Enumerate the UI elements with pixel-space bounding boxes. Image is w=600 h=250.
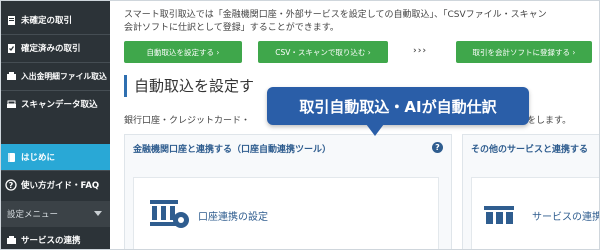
sidebar-item-confirmed[interactable]: 確定済みの取引 [1,35,110,61]
step-auto-import-button[interactable]: 自動取込を設定する › [124,41,242,63]
sidebar-item-label: 使い方ガイド・FAQ [21,181,100,191]
sidebar-settings-menu[interactable]: 設定メニュー [1,201,110,227]
sidebar-item-label: サービスの連携 [21,236,81,246]
card-label: 口座連携の設定 [198,212,268,223]
intro-line-2: 会計ソフトに仕訳として登録」することができます。 [124,23,339,33]
svg-text:?: ? [9,181,14,190]
sidebar-item-statement-import[interactable]: 入出金明細ファイル取込 [1,63,110,89]
sidebar-item-unconfirmed[interactable]: 未確定の取引 [1,7,110,33]
main-content: スマート取引取込では「金融機関口座・外部サービスを設定しての自動取込」、「CSV… [110,1,600,249]
sidebar: 未確定の取引 確定済みの取引 入出金明細ファイル取込 スキャンデータ取込 はじめ… [1,1,110,249]
sidebar-item-label: 確定済みの取引 [21,44,81,54]
panel-title: その他のサービスと連携する [471,144,589,155]
service-link-panel: その他のサービスと連携する サービスの連携 [462,134,600,249]
step-register-button[interactable]: 取引を会計ソフトに登録する › [456,41,592,63]
file-import-icon [5,70,17,82]
sidebar-item-scan-import[interactable]: スキャンデータ取込 [1,91,110,117]
receipt-check-icon [5,42,17,54]
sidebar-item-label: スキャンデータ取込 [21,100,98,110]
sidebar-item-service-link[interactable]: サービスの連携 [1,227,110,249]
service-link-icon [484,206,514,224]
sidebar-item-guide-faq[interactable]: ? 使い方ガイド・FAQ [1,172,110,198]
bank-link-card[interactable]: 口座連携の設定 [133,177,439,249]
link-icon [5,234,17,246]
card-label: サービスの連携 [532,212,600,223]
book-icon [5,151,17,163]
sidebar-item-getting-started[interactable]: はじめに [1,144,110,170]
steps-arrow: ››› [413,46,428,56]
service-link-card[interactable]: サービスの連携 [471,177,600,249]
receipt-icon [5,14,17,26]
panel-title: 金融機関口座と連携する（口座自動連携ツール） [133,144,332,155]
chevron-down-icon [94,211,102,216]
feature-callout: 取引自動取込・AIが自動仕訳 [267,87,529,125]
bank-link-panel: 金融機関口座と連携する（口座自動連携ツール） ? 口座連携の設定 [124,134,452,249]
help-icon[interactable]: ? [432,142,443,153]
app-window: 未確定の取引 確定済みの取引 入出金明細ファイル取込 スキャンデータ取込 はじめ… [0,0,600,250]
sidebar-item-label: はじめに [21,153,56,163]
callout-tail [366,124,384,136]
intro-line-1: スマート取引取込では「金融機関口座・外部サービスを設定しての自動取込」、「CSV… [124,10,547,20]
sidebar-item-label: 未確定の取引 [21,16,73,26]
scanner-icon [5,98,17,110]
callout-text: 取引自動取込・AIが自動仕訳 [299,97,497,116]
step-csv-scan-button[interactable]: CSV・スキャンで取り込む › [258,41,388,63]
question-circle-icon: ? [5,179,17,191]
sidebar-item-label: 入出金明細ファイル取込 [21,71,107,81]
sidebar-divider [1,170,110,171]
bank-settings-icon [150,200,189,228]
intro-text: スマート取引取込では「金融機関口座・外部サービスを設定しての自動取込」、「CSV… [124,9,547,35]
section-title: 自動取込を設定す [124,75,254,97]
sidebar-item-label: 設定メニュー [7,210,59,220]
section-description: 銀行口座・クレジットカード・ [124,116,251,126]
